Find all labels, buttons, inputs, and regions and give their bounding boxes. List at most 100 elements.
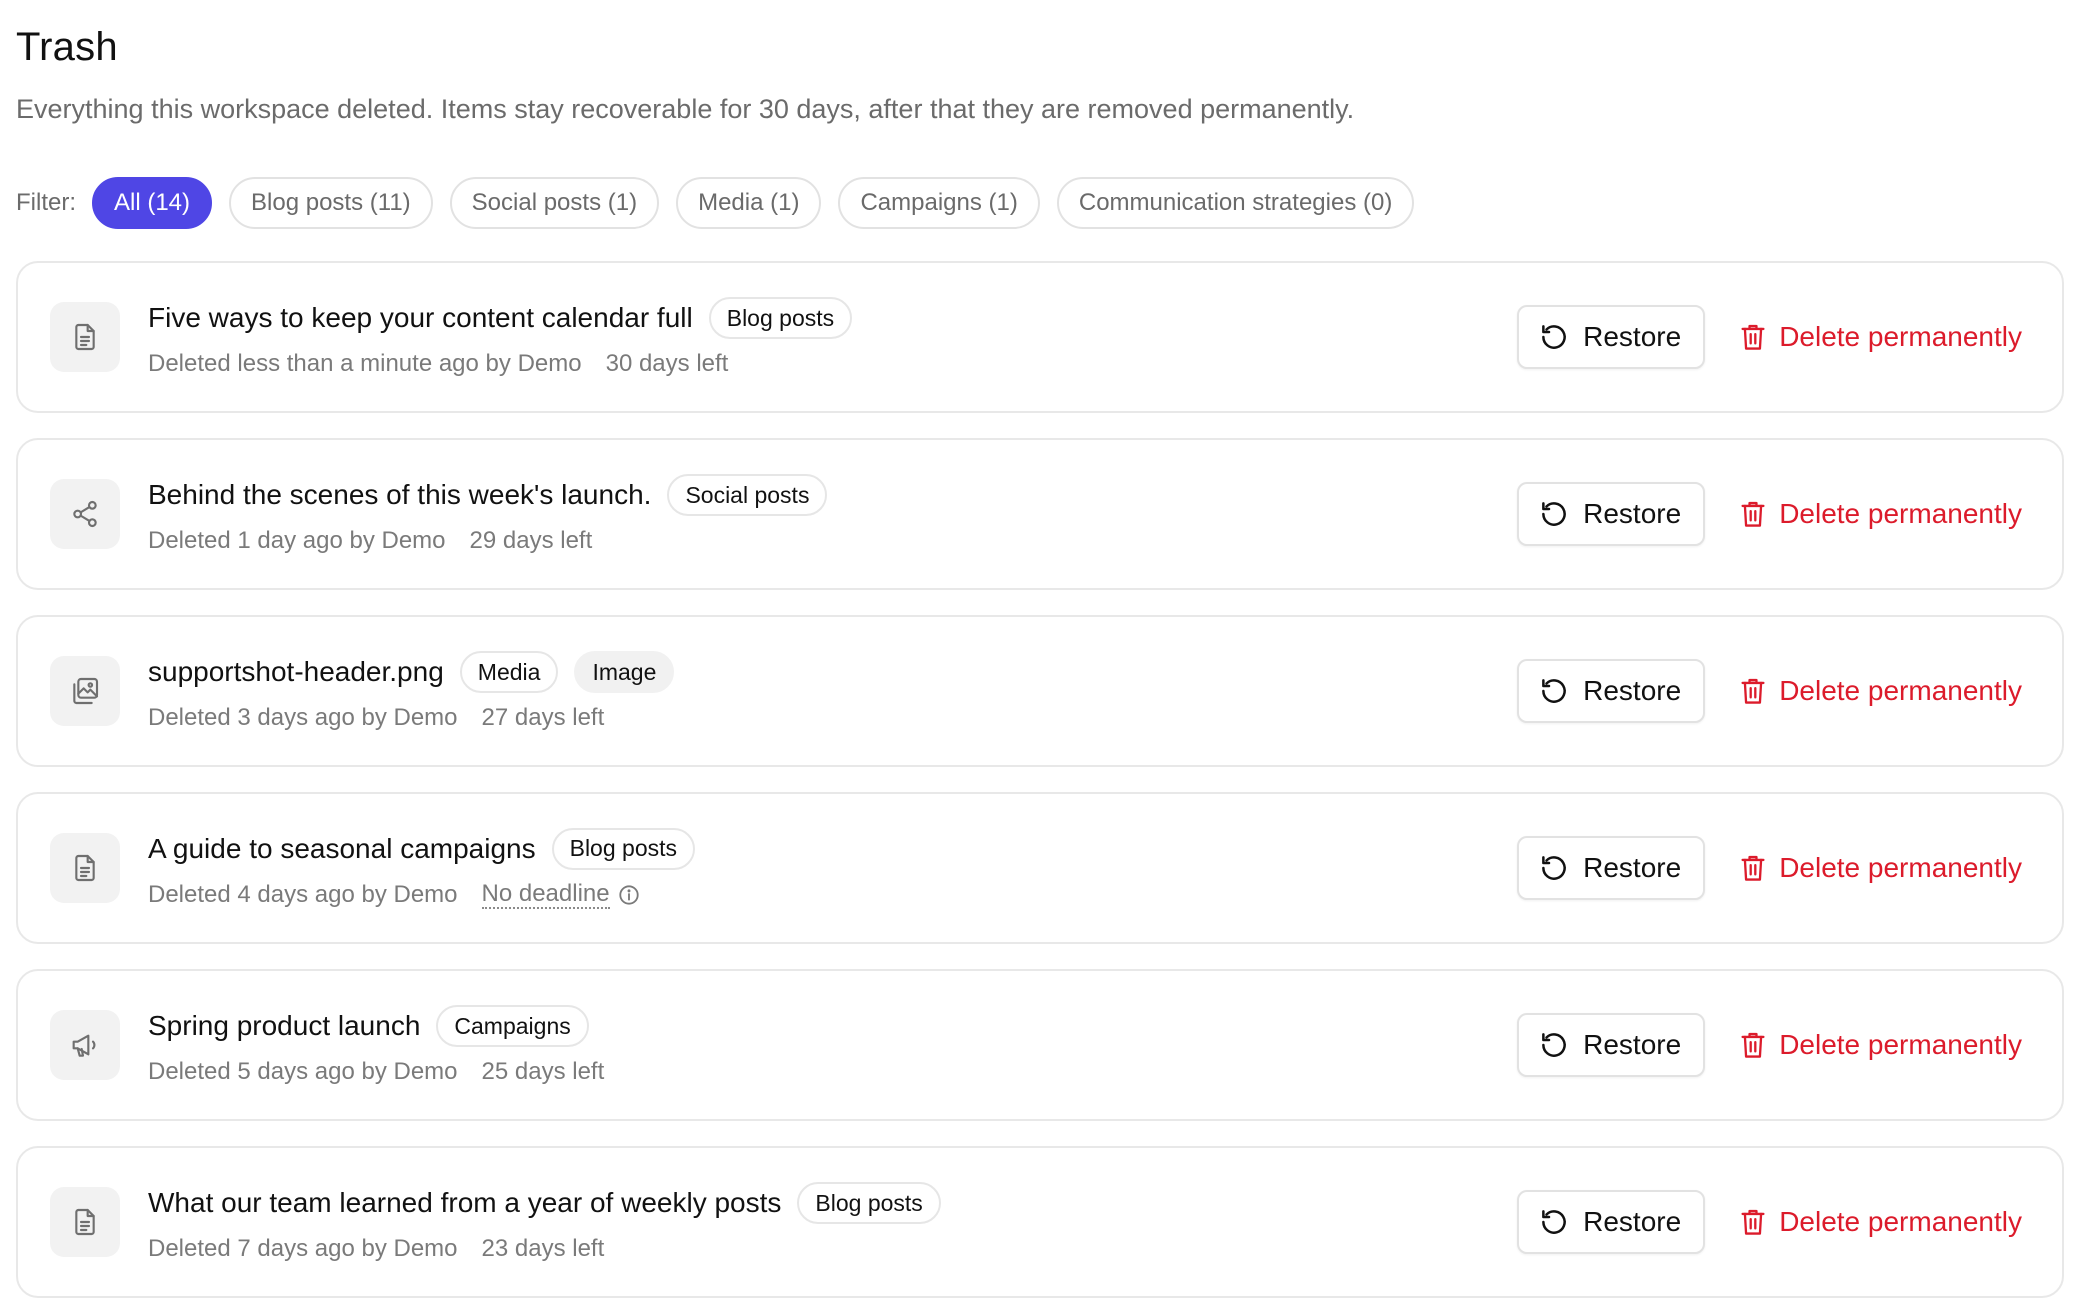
deleted-info: Deleted 3 days ago by Demo [148, 704, 458, 731]
delete-permanently-button[interactable]: Delete permanently [1739, 852, 2032, 884]
item-type-icon-box [50, 1187, 120, 1257]
megaphone-icon [72, 1034, 96, 1057]
deleted-info: Deleted 4 days ago by Demo [148, 880, 458, 908]
item-info: Spring product launch Campaigns Deleted … [148, 1004, 1517, 1086]
delete-label: Delete permanently [1779, 675, 2022, 706]
restore-label: Restore [1583, 675, 1682, 706]
delete-label: Delete permanently [1779, 498, 2022, 529]
item-info: Five ways to keep your content calendar … [148, 296, 1517, 378]
filter-chip-media[interactable]: Media (1) [676, 177, 822, 229]
type-badge: Social posts [667, 474, 828, 516]
deleted-info: Deleted less than a minute ago by Demo [148, 350, 582, 377]
item-type-icon-box [50, 479, 120, 549]
filter-label: Filter: [16, 189, 76, 216]
delete-permanently-button[interactable]: Delete permanently [1739, 498, 2032, 530]
image-gallery-icon [73, 677, 99, 705]
trash-icon [1741, 501, 1765, 527]
item-title: Spring product launch [148, 1010, 421, 1041]
delete-permanently-button[interactable]: Delete permanently [1739, 675, 2032, 707]
type-badge: Blog posts [551, 827, 696, 870]
days-left: 25 days left [481, 1058, 605, 1085]
trash-icon [1741, 1032, 1765, 1058]
restore-button[interactable]: Restore [1517, 836, 1706, 900]
item-actions: Restore Delete permanently [1517, 836, 2032, 900]
type-badge: Media [459, 651, 559, 693]
page-subtitle: Everything this workspace deleted. Items… [16, 94, 1355, 124]
filter-chip-communication-strategies[interactable]: Communication strategies (0) [1056, 177, 1415, 229]
subtype-badge: Image [574, 651, 675, 693]
delete-permanently-button[interactable]: Delete permanently [1739, 1029, 2032, 1061]
trash-item: Behind the scenes of this week's launch.… [16, 438, 2064, 590]
restore-icon [1542, 1033, 1566, 1057]
item-type-icon-box [50, 656, 120, 726]
restore-button[interactable]: Restore [1517, 305, 1706, 369]
delete-permanently-button[interactable]: Delete permanently [1739, 1206, 2032, 1238]
page-title: Trash [16, 25, 118, 69]
restore-label: Restore [1583, 321, 1682, 352]
item-info: A guide to seasonal campaigns Blog posts… [148, 827, 1517, 910]
type-badge: Campaigns [436, 1005, 589, 1047]
no-deadline-label[interactable]: No deadline [481, 880, 610, 910]
item-title: supportshot-header.png [148, 656, 444, 687]
item-type-icon-box [50, 833, 120, 903]
restore-icon [1542, 1210, 1566, 1234]
trash-icon [1741, 1209, 1765, 1235]
restore-button[interactable]: Restore [1517, 659, 1706, 723]
trash-item: Spring product launch Campaigns Deleted … [16, 969, 2064, 1121]
days-left: 27 days left [481, 704, 605, 731]
trash-item: A guide to seasonal campaigns Blog posts… [16, 792, 2064, 944]
deleted-info: Deleted 1 day ago by Demo [148, 527, 446, 554]
filter-chip-campaigns[interactable]: Campaigns (1) [838, 177, 1040, 229]
trash-list: Five ways to keep your content calendar … [16, 261, 2064, 1298]
delete-permanently-button[interactable]: Delete permanently [1739, 321, 2032, 353]
restore-icon [1542, 502, 1566, 526]
days-left: 29 days left [469, 527, 593, 554]
restore-button[interactable]: Restore [1517, 482, 1706, 546]
restore-icon [1542, 856, 1566, 880]
document-icon [75, 854, 95, 882]
filter-chip-blog-posts[interactable]: Blog posts (11) [229, 177, 433, 229]
item-actions: Restore Delete permanently [1517, 659, 2032, 723]
item-info: Behind the scenes of this week's launch.… [148, 473, 1517, 555]
trash-page: Trash Everything this workspace deleted.… [0, 0, 2080, 1300]
restore-label: Restore [1583, 498, 1682, 529]
item-actions: Restore Delete permanently [1517, 1190, 2032, 1254]
delete-label: Delete permanently [1779, 321, 2022, 352]
days-left: 30 days left [605, 350, 729, 377]
filter-chip-social-posts[interactable]: Social posts (1) [449, 177, 660, 229]
trash-icon [1741, 678, 1765, 704]
item-title: Behind the scenes of this week's launch. [148, 479, 652, 510]
restore-label: Restore [1583, 1206, 1682, 1237]
trash-item: What our team learned from a year of wee… [16, 1146, 2064, 1298]
restore-button[interactable]: Restore [1517, 1013, 1706, 1077]
trash-icon [1741, 324, 1765, 350]
share-icon [73, 500, 97, 528]
document-icon [75, 323, 95, 351]
restore-button[interactable]: Restore [1517, 1190, 1706, 1254]
item-title: Five ways to keep your content calendar … [148, 302, 693, 333]
filter-chip-all[interactable]: All (14) [92, 177, 213, 229]
item-type-icon-box [50, 1010, 120, 1080]
restore-icon [1542, 325, 1566, 349]
deleted-info: Deleted 7 days ago by Demo [148, 1235, 458, 1262]
trash-item: supportshot-header.png Media Image Delet… [16, 615, 2064, 767]
filter-bar: Filter: All (14) Blog posts (11) Social … [16, 177, 2064, 229]
days-left: 23 days left [481, 1235, 605, 1262]
restore-label: Restore [1583, 1029, 1682, 1060]
info-icon[interactable] [618, 884, 640, 906]
trash-icon [1741, 855, 1765, 881]
item-info: What our team learned from a year of wee… [148, 1181, 1517, 1263]
item-type-icon-box [50, 302, 120, 372]
trash-item: Five ways to keep your content calendar … [16, 261, 2064, 413]
type-badge: Blog posts [797, 1182, 941, 1224]
restore-icon [1542, 679, 1566, 703]
deleted-info: Deleted 5 days ago by Demo [148, 1058, 458, 1085]
item-title: A guide to seasonal campaigns [148, 832, 536, 864]
delete-label: Delete permanently [1779, 1029, 2022, 1060]
item-actions: Restore Delete permanently [1517, 1013, 2032, 1077]
item-info: supportshot-header.png Media Image Delet… [148, 650, 1517, 732]
restore-label: Restore [1583, 852, 1682, 883]
delete-label: Delete permanently [1779, 1206, 2022, 1237]
item-title: What our team learned from a year of wee… [148, 1187, 782, 1218]
item-actions: Restore Delete permanently [1517, 305, 2032, 369]
